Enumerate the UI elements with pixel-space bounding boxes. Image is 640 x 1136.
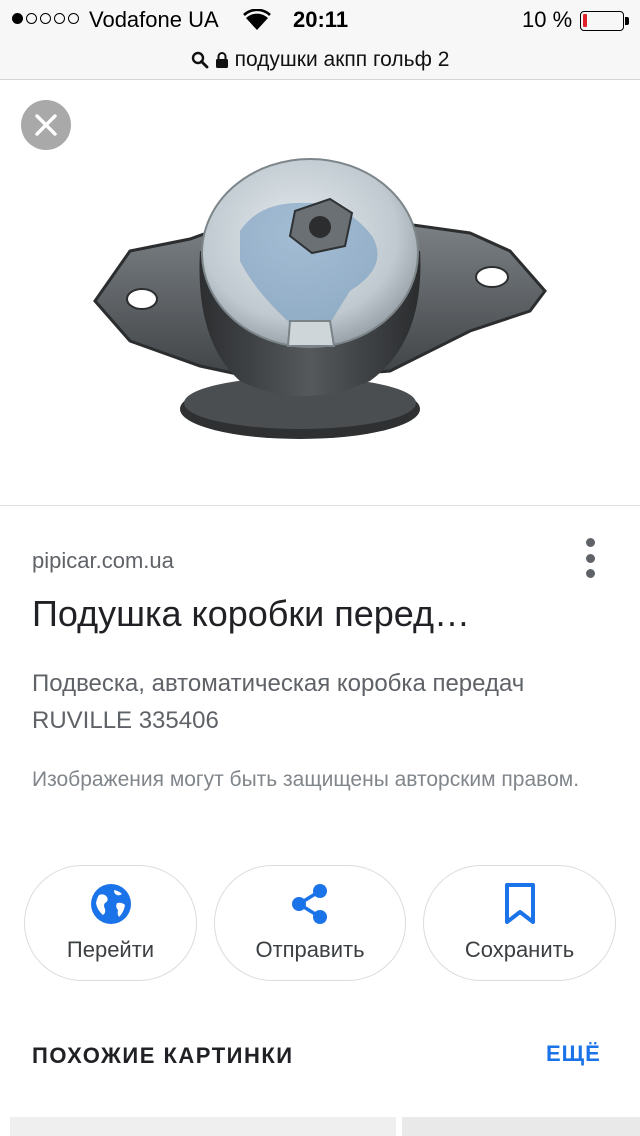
result-description: Подвеска, автоматическая коробка передач… — [32, 670, 525, 734]
source-domain[interactable]: pipicar.com.ua — [32, 548, 174, 574]
more-options-button[interactable] — [578, 535, 602, 581]
share-button-label: Отправить — [255, 937, 365, 962]
carrier-name: Vodafone UA — [89, 7, 219, 32]
product-photo[interactable] — [90, 141, 550, 461]
more-dot-icon — [585, 553, 595, 563]
similar-image-thumbnail[interactable] — [10, 1117, 396, 1136]
share-icon — [292, 884, 327, 924]
similar-image-thumbnail[interactable] — [402, 1117, 640, 1136]
signal-strength-icon — [12, 13, 79, 24]
wifi-icon — [243, 9, 271, 30]
more-dot-icon — [585, 538, 595, 547]
globe-icon — [90, 884, 131, 924]
battery-nub — [625, 17, 629, 25]
copyright-notice: Изображения могут быть защищены авторски… — [32, 768, 580, 791]
bookmark-icon — [504, 883, 535, 924]
more-dot-icon — [585, 569, 595, 578]
battery-level — [583, 14, 587, 27]
visit-button-label: Перейти — [66, 937, 155, 962]
close-icon — [35, 114, 57, 136]
search-query: подушки акпп гольф 2 — [234, 47, 450, 71]
more-similar-link[interactable]: ЕЩЁ — [546, 1041, 601, 1067]
battery-percentage: 10 % — [522, 7, 573, 32]
status-bar: Vodafone UA 20:11 10 % — [0, 0, 640, 40]
search-icon — [191, 51, 208, 68]
battery-icon — [580, 11, 624, 31]
similar-images-strip — [0, 1117, 640, 1136]
image-viewer — [0, 81, 640, 506]
address-bar[interactable]: подушки акпп гольф 2 — [0, 40, 640, 80]
lock-icon — [215, 51, 228, 68]
save-button[interactable]: Сохранить — [423, 865, 616, 981]
clock: 20:11 — [293, 7, 349, 32]
share-button[interactable]: Отправить — [214, 865, 406, 981]
result-title[interactable]: Подушка коробки перед… — [32, 593, 470, 635]
save-button-label: Сохранить — [464, 937, 575, 962]
visit-button[interactable]: Перейти — [24, 865, 197, 981]
close-button[interactable] — [21, 100, 71, 150]
similar-images-heading: ПОХОЖИЕ КАРТИНКИ — [32, 1043, 294, 1068]
